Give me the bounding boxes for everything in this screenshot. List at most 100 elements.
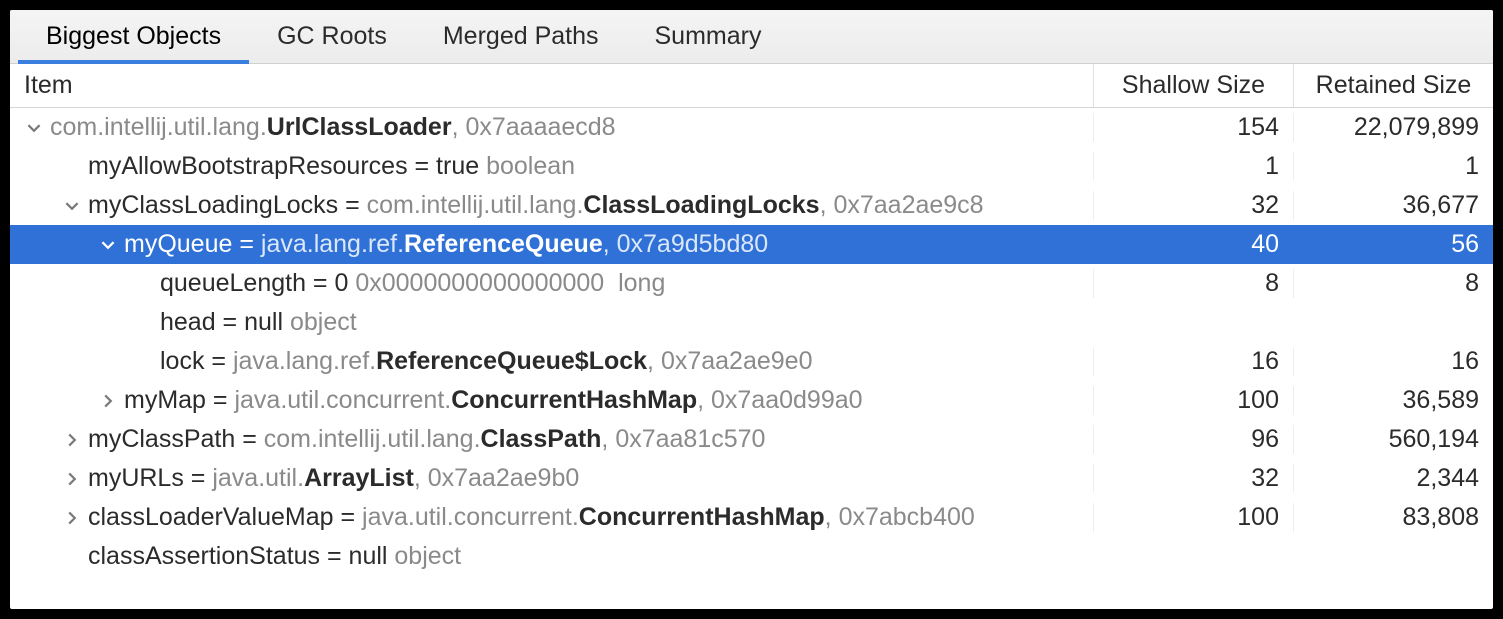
shallow-size-cell: 16 [1093,347,1293,376]
tree-item-text: myAllowBootstrapResources = true [88,152,486,181]
tree-row[interactable]: myAllowBootstrapResources = true boolean… [10,147,1493,186]
tree-item-cell: classAssertionStatus = null object [10,542,1093,571]
column-header-row: Item Shallow Size Retained Size [10,64,1493,108]
tree-item-cell: queueLength = 0 0x0000000000000000 long [10,269,1093,298]
retained-size-cell: 2,344 [1293,464,1493,493]
tree-item-text: , 0x7aa2ae9b0 [414,464,579,493]
tree-item-text: , 0x7aa2ae9e0 [647,347,812,376]
retained-size-cell: 83,808 [1293,503,1493,532]
tree-item-text: object [394,542,461,571]
tree-item-cell: classLoaderValueMap = java.util.concurre… [10,503,1093,532]
tree-item-text: head = null [160,308,290,337]
shallow-size-cell: 1 [1093,152,1293,181]
chevron-right-icon[interactable] [62,433,82,447]
retained-size-cell: 22,079,899 [1293,113,1493,142]
shallow-size-cell: 32 [1093,464,1293,493]
tree-item-text: java.lang.ref. [261,230,404,259]
tree-item-cell: myURLs = java.util.ArrayList, 0x7aa2ae9b… [10,464,1093,493]
chevron-down-icon[interactable] [62,199,82,213]
tree-item-cell: lock = java.lang.ref.ReferenceQueue$Lock… [10,347,1093,376]
tree-item-text: UrlClassLoader [267,113,452,142]
shallow-size-cell: 96 [1093,425,1293,454]
tree-item-cell: myClassLoadingLocks = com.intellij.util.… [10,191,1093,220]
retained-size-cell: 16 [1293,347,1493,376]
tab-biggest-objects[interactable]: Biggest Objects [18,10,249,64]
tree-item-text: lock = [160,347,233,376]
shallow-size-cell: 154 [1093,113,1293,142]
tree-row[interactable]: queueLength = 0 0x0000000000000000 long8… [10,264,1493,303]
tree-item-cell: myAllowBootstrapResources = true boolean [10,152,1093,181]
tree-item-cell: myQueue = java.lang.ref.ReferenceQueue, … [10,230,1093,259]
column-header-item[interactable]: Item [10,71,1093,100]
tab-bar: Biggest Objects GC Roots Merged Paths Su… [10,10,1493,64]
tree-body: com.intellij.util.lang.UrlClassLoader, 0… [10,108,1493,576]
tree-item-text: myMap = [124,386,234,415]
tree-item-text: ClassLoadingLocks [583,191,819,220]
tree-item-text: com.intellij.util.lang. [264,425,481,454]
tree-item-cell: head = null object [10,308,1093,337]
tree-item-text: 0x0000000000000000 long [355,269,665,298]
tree-item-text: com.intellij.util.lang. [367,191,584,220]
tree-row[interactable]: classLoaderValueMap = java.util.concurre… [10,498,1493,537]
tree-row[interactable]: myMap = java.util.concurrent.ConcurrentH… [10,381,1493,420]
retained-size-cell: 560,194 [1293,425,1493,454]
tree-row[interactable]: myQueue = java.lang.ref.ReferenceQueue, … [10,225,1493,264]
tree-item-text: java.lang.ref. [233,347,376,376]
tree-item-text: , 0x7aa0d99a0 [697,386,862,415]
tree-item-text: , 0x7aaaaecd8 [452,113,616,142]
tree-item-text: , 0x7aa81c570 [601,425,765,454]
tab-summary[interactable]: Summary [627,10,790,64]
tree-item-text: boolean [486,152,575,181]
retained-size-cell: 56 [1293,230,1493,259]
tree-item-text: ConcurrentHashMap [451,386,697,415]
shallow-size-cell: 100 [1093,386,1293,415]
tree-item-text: myClassLoadingLocks = [88,191,367,220]
tree-item-text: myClassPath = [88,425,264,454]
tab-gc-roots[interactable]: GC Roots [249,10,415,64]
tree-row[interactable]: com.intellij.util.lang.UrlClassLoader, 0… [10,108,1493,147]
tree-item-text: ConcurrentHashMap [579,503,825,532]
tree-row[interactable]: classAssertionStatus = null object [10,537,1493,576]
shallow-size-cell: 40 [1093,230,1293,259]
tree-item-text: ArrayList [304,464,414,493]
chevron-down-icon[interactable] [24,121,44,135]
tree-row[interactable]: myClassLoadingLocks = com.intellij.util.… [10,186,1493,225]
chevron-down-icon[interactable] [98,238,118,252]
tree-item-text: com.intellij.util.lang. [50,113,267,142]
tree-item-text: ClassPath [481,425,602,454]
chevron-right-icon[interactable] [62,511,82,525]
tree-item-text: , 0x7abcb400 [825,503,975,532]
retained-size-cell: 36,677 [1293,191,1493,220]
tree-item-text: classLoaderValueMap = [88,503,362,532]
tree-item-text: classAssertionStatus = null [88,542,394,571]
shallow-size-cell: 100 [1093,503,1293,532]
tree-item-text: , 0x7aa2ae9c8 [820,191,984,220]
tree-item-text: myURLs = [88,464,212,493]
tree-row[interactable]: myClassPath = com.intellij.util.lang.Cla… [10,420,1493,459]
column-header-retained[interactable]: Retained Size [1293,64,1493,107]
retained-size-cell: 1 [1293,152,1493,181]
retained-size-cell: 36,589 [1293,386,1493,415]
tree-row[interactable]: head = null object [10,303,1493,342]
tab-merged-paths[interactable]: Merged Paths [415,10,627,64]
tree-item-text: , 0x7a9d5bd80 [603,230,768,259]
tree-item-text: java.util.concurrent. [234,386,451,415]
tree-item-text: ReferenceQueue$Lock [376,347,647,376]
chevron-right-icon[interactable] [98,394,118,408]
column-header-shallow[interactable]: Shallow Size [1093,64,1293,107]
tree-item-cell: myMap = java.util.concurrent.ConcurrentH… [10,386,1093,415]
shallow-size-cell: 32 [1093,191,1293,220]
tree-row[interactable]: lock = java.lang.ref.ReferenceQueue$Lock… [10,342,1493,381]
tree-item-text: myQueue = [124,230,261,259]
tree-item-cell: myClassPath = com.intellij.util.lang.Cla… [10,425,1093,454]
tree-item-text: queueLength = 0 [160,269,355,298]
tree-row[interactable]: myURLs = java.util.ArrayList, 0x7aa2ae9b… [10,459,1493,498]
tree-item-text: ReferenceQueue [404,230,603,259]
retained-size-cell: 8 [1293,269,1493,298]
chevron-right-icon[interactable] [62,472,82,486]
tree-item-text: java.util. [212,464,304,493]
tree-item-cell: com.intellij.util.lang.UrlClassLoader, 0… [10,113,1093,142]
tree-item-text: java.util.concurrent. [362,503,579,532]
shallow-size-cell: 8 [1093,269,1293,298]
tree-item-text: object [290,308,357,337]
